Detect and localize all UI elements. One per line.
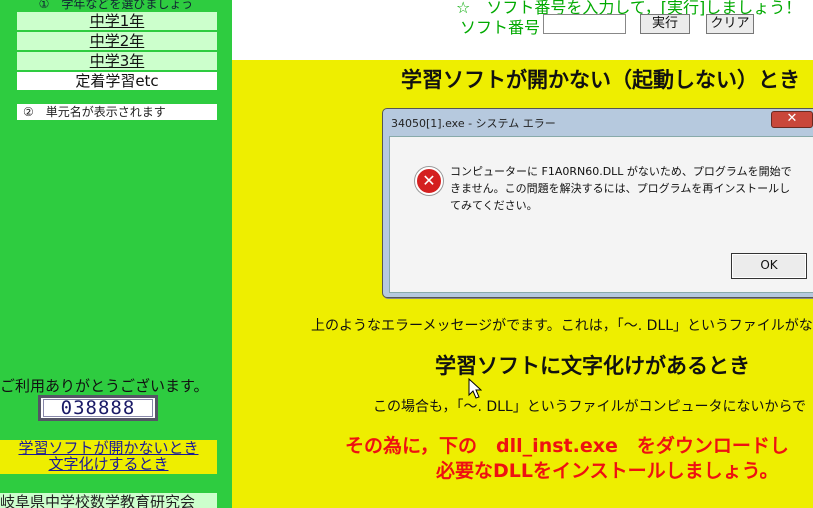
garbled-explanation: この場合も，「～. DLL」というファイルがコンピュータにないからで — [373, 399, 807, 415]
download-instruction: その為に，下の dll_inst.exe をダウンロードし — [345, 435, 789, 457]
help-links: 学習ソフトが開かないとき 文字化けするとき — [0, 440, 217, 474]
link-garbled-text[interactable]: 文字化けするとき — [0, 456, 217, 472]
soft-number-input[interactable] — [543, 14, 626, 34]
grade-link-3[interactable]: 中学3年 — [17, 52, 217, 70]
run-button[interactable]: 実行 — [640, 14, 690, 34]
unit-name-box: ② 単元名が表示されます — [17, 104, 217, 120]
link-soft-not-open[interactable]: 学習ソフトが開かないとき — [0, 440, 217, 456]
dialog-body: ✕ コンピューターに F1A0RN60.DLL がないため、プログラムを開始で … — [389, 136, 813, 293]
mouse-cursor-icon — [468, 378, 482, 399]
grade-link-1[interactable]: 中学1年 — [17, 12, 217, 30]
heading-not-open: 学習ソフトが開かない（起動しない）とき — [401, 68, 800, 92]
grade-select-hint: ① 学年などを選びましょう — [38, 0, 194, 11]
grade-link-etc[interactable]: 定着学習etc — [17, 72, 217, 90]
close-icon[interactable]: ✕ — [771, 111, 813, 128]
error-explanation: 上のようなエラーメッセージがでます。これは，「～. DLL」というファイルがな — [311, 318, 813, 334]
grade-link-2[interactable]: 中学2年 — [17, 32, 217, 50]
clear-button[interactable]: クリア — [706, 14, 754, 34]
dialog-message-line: てみてください。 — [450, 199, 538, 212]
sidebar: ① 学年などを選びましょう 中学1年 中学2年 中学3年 定着学習etc ② 単… — [0, 0, 232, 508]
counter-digits: 038888 — [43, 399, 153, 418]
soft-number-label: ソフト番号 — [460, 18, 541, 37]
association-name: 岐阜県中学校数学教育研究会 — [0, 493, 217, 508]
visitor-counter: 038888 — [38, 395, 158, 421]
install-instruction: 必要なDLLをインストールしましょう。 — [436, 460, 779, 482]
dialog-title: 34050[1].exe - システム エラー — [391, 117, 556, 130]
dialog-message: コンピューターに F1A0RN60.DLL がないため、プログラムを開始で きま… — [450, 163, 795, 214]
dialog-message-line: きません。この問題を解決するには、プログラムを再インストールし — [450, 182, 791, 195]
error-icon: ✕ — [415, 167, 443, 195]
top-bar: ☆ ソフト番号を入力して，[実行]しましょう！ ソフト番号 実行 クリア — [232, 0, 813, 60]
heading-garbled: 学習ソフトに文字化けがあるとき — [435, 354, 750, 378]
system-error-dialog: 34050[1].exe - システム エラー ✕ ✕ コンピューターに F1A… — [382, 108, 813, 298]
dialog-message-line: コンピューターに F1A0RN60.DLL がないため、プログラムを開始で — [450, 165, 792, 178]
ok-button[interactable]: OK — [731, 253, 807, 279]
thanks-text: ご利用ありがとうございます。 — [0, 377, 209, 395]
